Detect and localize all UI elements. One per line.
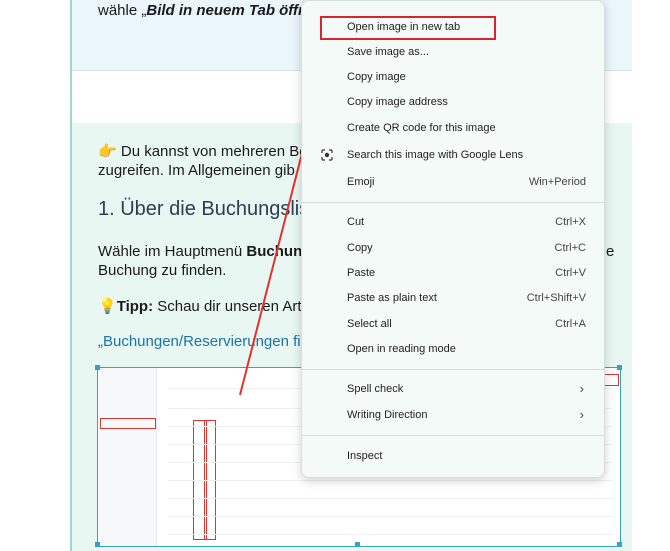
screenshot-sidebar-highlight bbox=[100, 418, 156, 429]
instruction-bold: Bild in neuem Tab öffn bbox=[146, 2, 308, 19]
menu-item-shortcut: Ctrl+A bbox=[555, 318, 586, 330]
menu-item-paste[interactable]: Paste Ctrl+V bbox=[302, 262, 604, 286]
menu-item-label: Inspect bbox=[347, 450, 383, 462]
lightbulb-emoji: 💡 bbox=[98, 298, 117, 315]
paragraph-2-prefix: Wähle im Hauptmenü bbox=[98, 243, 247, 260]
menu-item-shortcut: Win+Period bbox=[528, 176, 586, 188]
menu-item-emoji[interactable]: Emoji Win+Period bbox=[302, 171, 604, 195]
paragraph-2-line-1: Wähle im Hauptmenü Buchun bbox=[98, 243, 302, 260]
paragraph-1-line-1: 👉 Du kannst von mehreren Be bbox=[98, 142, 308, 160]
screenshot-row-line bbox=[168, 534, 613, 535]
instruction-prefix: wähle „ bbox=[98, 2, 147, 19]
highlight-box bbox=[320, 16, 496, 40]
menu-item-label: Cut bbox=[347, 216, 365, 228]
menu-item-label: Open in reading mode bbox=[347, 343, 456, 355]
paragraph-2-line-2: Buchung zu finden. bbox=[98, 262, 227, 279]
resize-handle-bottom-middle[interactable] bbox=[355, 542, 360, 547]
context-menu: Open image in new tab Save image as... C… bbox=[301, 0, 605, 478]
menu-item-paste-plain[interactable]: Paste as plain text Ctrl+Shift+V bbox=[302, 287, 604, 311]
menu-item-label: Copy image bbox=[347, 71, 406, 83]
section-heading: 1. Über die Buchungslis bbox=[98, 198, 310, 220]
resize-handle-top-right[interactable] bbox=[617, 365, 622, 370]
google-lens-icon bbox=[321, 149, 333, 161]
chevron-right-icon: › bbox=[579, 407, 584, 422]
menu-item-label: Copy bbox=[347, 242, 373, 254]
menu-item-spell-check[interactable]: Spell check › bbox=[302, 378, 604, 402]
menu-item-save-image[interactable]: Save image as... bbox=[302, 41, 604, 65]
menu-item-shortcut: Ctrl+V bbox=[555, 267, 586, 279]
menu-item-copy[interactable]: Copy Ctrl+C bbox=[302, 237, 604, 261]
resize-handle-bottom-left[interactable] bbox=[95, 542, 100, 547]
menu-separator bbox=[302, 369, 604, 370]
menu-item-label: Paste as plain text bbox=[347, 292, 437, 304]
menu-item-label: Copy image address bbox=[347, 96, 448, 108]
menu-item-cut[interactable]: Cut Ctrl+X bbox=[302, 211, 604, 235]
paragraph-1-line-2: zugreifen. Im Allgemeinen gib bbox=[98, 162, 295, 179]
instruction-text: wähle „Bild in neuem Tab öffn bbox=[98, 2, 307, 19]
menu-item-shortcut: Ctrl+Shift+V bbox=[526, 292, 586, 304]
menu-item-select-all[interactable]: Select all Ctrl+A bbox=[302, 313, 604, 337]
menu-item-shortcut: Ctrl+X bbox=[555, 216, 586, 228]
menu-separator bbox=[302, 202, 604, 203]
menu-item-label: Select all bbox=[347, 318, 392, 330]
menu-item-shortcut: Ctrl+C bbox=[554, 242, 586, 254]
paragraph-1-text: Du kannst von mehreren Be bbox=[116, 143, 308, 160]
bookings-link[interactable]: „Buchungen/Reservierungen fi bbox=[98, 333, 301, 350]
resize-handle-top-left[interactable] bbox=[95, 365, 100, 370]
menu-item-copy-image[interactable]: Copy image bbox=[302, 66, 604, 90]
screenshot-corner-highlight bbox=[603, 374, 619, 386]
menu-item-reading-mode[interactable]: Open in reading mode bbox=[302, 338, 604, 362]
article-page: wähle „Bild in neuem Tab öffn 👉 Du kanns… bbox=[0, 0, 670, 551]
paragraph-2-trailing: e bbox=[606, 243, 615, 260]
menu-item-label: Emoji bbox=[347, 176, 375, 188]
menu-item-label: Spell check bbox=[347, 383, 404, 395]
menu-item-label: Save image as... bbox=[347, 46, 429, 58]
pointing-hand-emoji: 👉 bbox=[98, 143, 117, 160]
menu-item-create-qr[interactable]: Create QR code for this image bbox=[302, 117, 604, 141]
paragraph-2-bold: Buchun bbox=[246, 243, 303, 260]
menu-item-label: Writing Direction bbox=[347, 409, 428, 421]
menu-item-label: Create QR code for this image bbox=[347, 122, 496, 134]
menu-item-label: Paste bbox=[347, 267, 376, 279]
screenshot-row-line bbox=[168, 516, 613, 517]
screenshot-sidebar bbox=[98, 368, 157, 546]
menu-item-copy-image-address[interactable]: Copy image address bbox=[302, 91, 604, 115]
resize-handle-bottom-right[interactable] bbox=[617, 542, 622, 547]
chevron-right-icon: › bbox=[579, 381, 584, 396]
tip-label: Tipp: bbox=[116, 298, 154, 315]
tip-paragraph: 💡Tipp: Schau dir unseren Artil bbox=[98, 297, 308, 315]
menu-item-label: Search this image with Google Lens bbox=[347, 149, 524, 161]
menu-item-writing-direction[interactable]: Writing Direction › bbox=[302, 404, 604, 428]
menu-separator bbox=[302, 435, 604, 436]
menu-item-google-lens[interactable]: Search this image with Google Lens bbox=[302, 144, 604, 168]
menu-item-inspect[interactable]: Inspect bbox=[302, 445, 604, 469]
tip-text: Schau dir unseren Artil bbox=[153, 298, 309, 315]
screenshot-row-line bbox=[168, 480, 613, 481]
screenshot-row-line bbox=[168, 498, 613, 499]
